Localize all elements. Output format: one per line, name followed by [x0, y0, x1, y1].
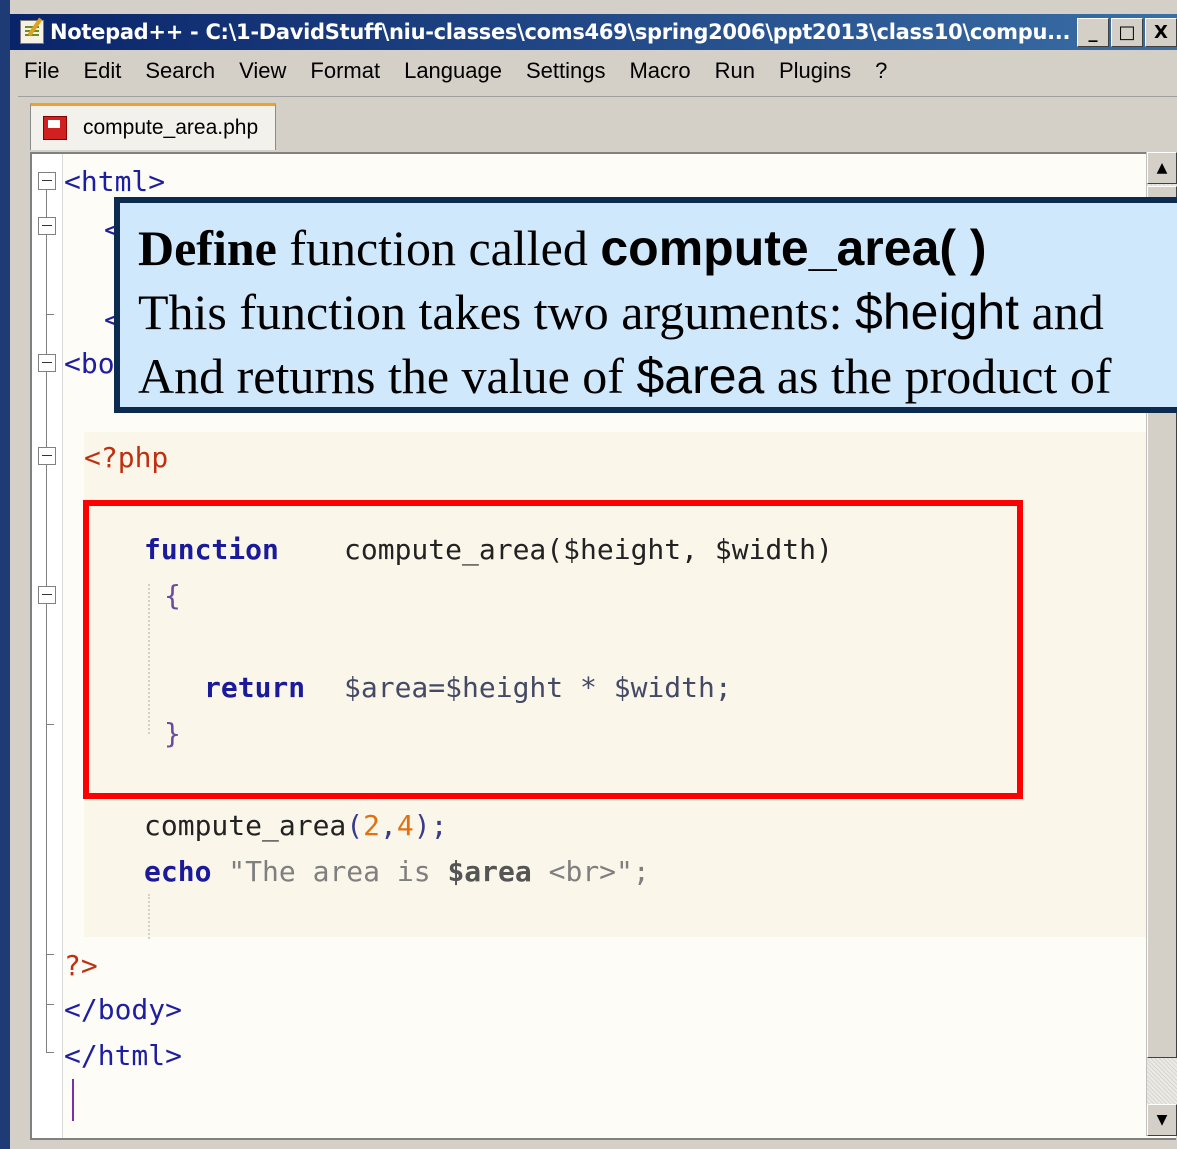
code-call-arg2: 4	[396, 809, 414, 842]
minimize-button[interactable]: _	[1077, 18, 1109, 47]
fold-toggle-php[interactable]	[38, 447, 56, 465]
menu-language[interactable]: Language	[392, 58, 514, 84]
code-php-close: ?>	[64, 949, 98, 982]
menu-view[interactable]: View	[227, 58, 298, 84]
code-call-paren-close: );	[413, 809, 448, 842]
notepad-app-icon	[20, 20, 44, 44]
code-body-close: </body>	[64, 993, 183, 1026]
callout-height-var: $height	[855, 284, 1020, 340]
tab-label: compute_area.php	[83, 116, 259, 139]
scroll-down-icon[interactable]: ▼	[1147, 1104, 1177, 1136]
menu-bar: File Edit Search View Format Language Se…	[10, 50, 1177, 92]
fold-toggle-function[interactable]	[38, 586, 56, 604]
callout-line-3: And returns the value of $area as the pr…	[138, 351, 1111, 401]
callout-line-1-text: function called	[276, 220, 601, 276]
tab-compute-area-php[interactable]: compute_area.php	[30, 103, 276, 150]
code-echo-line: echo "The area is $area <br>";	[144, 858, 650, 886]
code-body-partial: <bo	[64, 347, 115, 380]
menu-plugins[interactable]: Plugins	[767, 58, 863, 84]
menu-format[interactable]: Format	[298, 58, 392, 84]
callout-line-3-tail: as the product of	[764, 348, 1112, 404]
fold-toggle-html[interactable]	[38, 172, 56, 190]
title-bar: Notepad++ - C:\1-DavidStuff\niu-classes\…	[10, 14, 1177, 50]
callout-line-3-text: And returns the value of	[138, 348, 637, 404]
callout-line-2-tail: and	[1019, 284, 1104, 340]
code-html-close: </html>	[64, 1039, 183, 1072]
callout-line-2: This function takes two arguments: $heig…	[138, 287, 1104, 337]
code-echo-keyword: echo	[144, 855, 212, 888]
code-call-paren-open: (	[346, 809, 364, 842]
menu-file[interactable]: File	[10, 58, 71, 84]
menu-macro[interactable]: Macro	[617, 58, 702, 84]
save-disk-icon	[43, 116, 67, 140]
menu-help[interactable]: ?	[863, 58, 899, 84]
code-echo-string-start: "The area is	[228, 855, 448, 888]
callout-line-1: Define function called compute_area( )	[138, 223, 987, 273]
callout-define-word: Define	[138, 220, 277, 276]
menu-search[interactable]: Search	[133, 58, 227, 84]
code-html-open: <html>	[64, 165, 166, 198]
menu-settings[interactable]: Settings	[514, 58, 618, 84]
menu-edit[interactable]: Edit	[71, 58, 133, 84]
fold-margin	[32, 154, 63, 1138]
code-call-name: compute_area	[144, 809, 347, 842]
tab-bar: compute_area.php	[18, 96, 1177, 150]
maximize-button[interactable]: □	[1111, 18, 1143, 47]
window-title: Notepad++ - C:\1-DavidStuff\niu-classes\…	[50, 20, 1071, 44]
fold-toggle-head[interactable]	[38, 217, 56, 235]
callout-area-var: $area	[636, 348, 765, 404]
fold-toggle-body[interactable]	[38, 354, 56, 372]
menu-run[interactable]: Run	[703, 58, 767, 84]
close-button[interactable]: X	[1145, 18, 1177, 47]
callout-line-2-text: This function takes two arguments:	[138, 284, 856, 340]
red-highlight-box	[83, 500, 1023, 799]
code-echo-string-end: <br>";	[531, 855, 650, 888]
code-php-open: <?php	[84, 441, 169, 474]
scroll-up-icon[interactable]: ▲	[1147, 152, 1177, 184]
text-cursor	[72, 1079, 74, 1121]
code-call-line: compute_area(2,4);	[144, 812, 447, 840]
code-call-comma: ,	[380, 809, 397, 842]
code-call-arg1: 2	[363, 809, 381, 842]
callout-function-name: compute_area( )	[600, 220, 987, 276]
code-echo-string-var: $area	[447, 855, 532, 888]
annotation-callout: Define function called compute_area( ) T…	[114, 197, 1177, 413]
